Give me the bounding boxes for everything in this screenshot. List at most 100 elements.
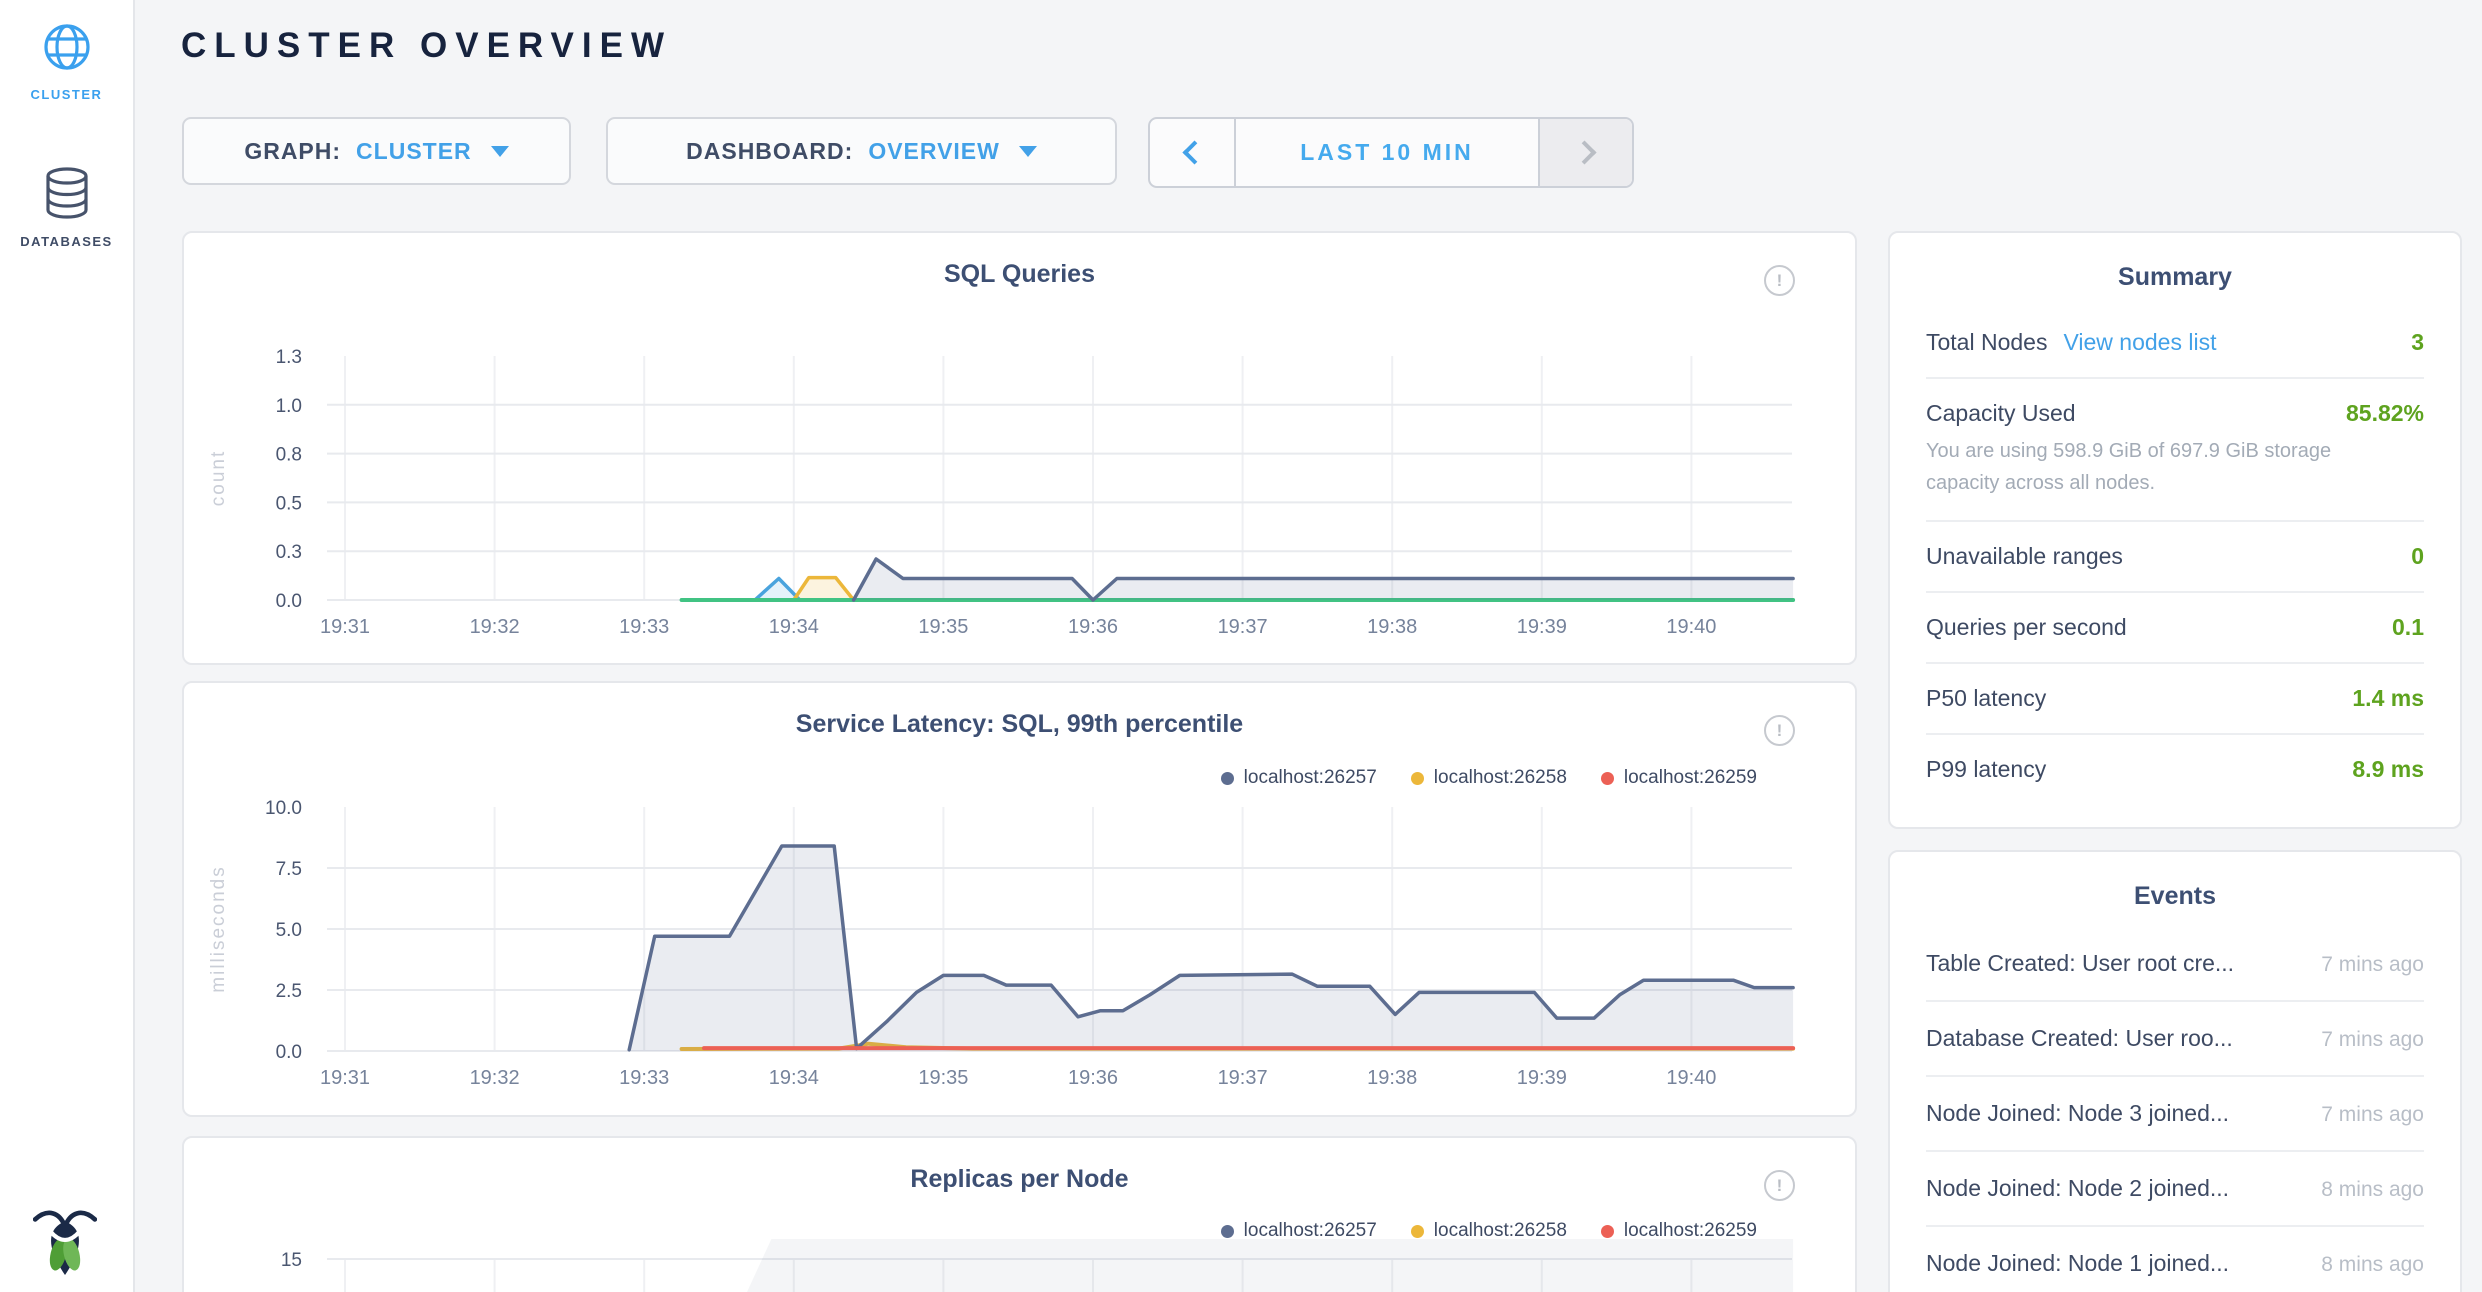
svg-text:count: count (208, 450, 229, 506)
dashboard-dropdown[interactable]: DASHBOARD: OVERVIEW (606, 117, 1117, 185)
database-icon (0, 167, 133, 224)
svg-text:19:34: 19:34 (769, 1067, 819, 1089)
summary-row-label: Capacity Used (1926, 400, 2076, 427)
summary-row-main: P50 latency1.4 ms (1926, 685, 2424, 712)
dashboard-dropdown-label: DASHBOARD: (686, 138, 853, 165)
summary-row-main: Unavailable ranges 0 (1926, 543, 2424, 570)
graph-dropdown[interactable]: GRAPH: CLUSTER (182, 117, 571, 185)
dashboard-dropdown-value: OVERVIEW (868, 138, 1000, 165)
event-row[interactable]: Node Joined: Node 2 joined...8 mins ago (1926, 1150, 2424, 1225)
svg-text:10.0: 10.0 (265, 798, 302, 819)
svg-text:19:31: 19:31 (320, 1067, 370, 1089)
svg-text:15: 15 (281, 1250, 302, 1271)
summary-row: P99 latency 8.9 ms (1926, 733, 2424, 804)
svg-text:19:36: 19:36 (1068, 1067, 1118, 1089)
summary-row-left: Queries per second (1926, 614, 2127, 641)
replicas-per-node-chart-card: Replicas per Node localhost:26257localho… (182, 1136, 1857, 1292)
summary-rows: Total Nodes View nodes list 3 Capacity Used… (1926, 308, 2424, 804)
events-panel: Events Table Created: User root cre... 7 … (1888, 850, 2462, 1292)
summary-row-label: P50 latency (1926, 685, 2046, 712)
time-next-button[interactable] (1538, 119, 1632, 186)
sql-queries-chart-canvas[interactable]: 0.00.30.50.81.01.319:3119:3219:3319:3419… (184, 233, 1855, 663)
summary-row-value: 3 (2411, 329, 2424, 356)
event-row[interactable]: Node Joined: Node 1 joined... 8 mins ago (1926, 1225, 2424, 1292)
svg-text:19:32: 19:32 (470, 1067, 520, 1089)
summary-row-left: P50 latency (1926, 685, 2046, 712)
svg-text:19:39: 19:39 (1517, 616, 1567, 638)
svg-text:2.5: 2.5 (276, 981, 302, 1002)
service-latency-chart-card: Service Latency: SQL, 99th percentile lo… (182, 681, 1857, 1117)
svg-text:19:37: 19:37 (1218, 616, 1268, 638)
time-range-selector: LAST 10 MIN (1148, 117, 1634, 188)
svg-text:milliseconds: milliseconds (208, 865, 229, 992)
cockroachdb-logo-icon[interactable] (33, 1206, 97, 1276)
globe-icon (0, 22, 133, 77)
summary-row-left: Total Nodes View nodes list (1926, 329, 2216, 356)
sidebar-item-cluster[interactable]: CLUSTER (0, 22, 133, 102)
event-row-label: Node Joined: Node 3 joined... (1926, 1100, 2229, 1127)
summary-row-left: Unavailable ranges (1926, 543, 2123, 570)
svg-text:7.5: 7.5 (276, 859, 302, 880)
svg-text:19:32: 19:32 (470, 616, 520, 638)
events-rows: Table Created: User root cre... 7 mins ag… (1926, 927, 2424, 1292)
summary-row-left: Capacity Used (1926, 400, 2076, 427)
event-row-time: 8 mins ago (2321, 1178, 2424, 1202)
summary-row: P50 latency1.4 ms (1926, 662, 2424, 733)
svg-text:19:31: 19:31 (320, 616, 370, 638)
chevron-left-icon (1182, 140, 1206, 164)
summary-row-main: Queries per second 0.1 (1926, 614, 2424, 641)
event-row-time: 7 mins ago (2321, 1028, 2424, 1052)
event-row[interactable]: Node Joined: Node 3 joined... 7 mins ago (1926, 1075, 2424, 1150)
svg-text:0.3: 0.3 (276, 542, 302, 563)
svg-text:19:35: 19:35 (918, 1067, 968, 1089)
svg-text:0.0: 0.0 (276, 1042, 302, 1063)
summary-row-label: Unavailable ranges (1926, 543, 2123, 570)
svg-text:19:40: 19:40 (1666, 616, 1716, 638)
event-row[interactable]: Database Created: User roo...7 mins ago (1926, 1000, 2424, 1075)
svg-text:19:36: 19:36 (1068, 616, 1118, 638)
summary-title: Summary (1890, 263, 2460, 292)
time-range-label[interactable]: LAST 10 MIN (1236, 119, 1538, 186)
events-title: Events (1890, 882, 2460, 911)
view-nodes-list-link[interactable]: View nodes list (2063, 329, 2216, 356)
summary-row-value: 0 (2411, 543, 2424, 570)
summary-row-subtext: You are using 598.9 GiB of 697.9 GiB sto… (1926, 435, 2396, 499)
time-prev-button[interactable] (1150, 119, 1236, 186)
sidebar-item-databases[interactable]: DATABASES (0, 167, 133, 249)
cluster-overview-page: CLUSTER DATABASES (0, 0, 2482, 1292)
svg-text:19:33: 19:33 (619, 616, 669, 638)
summary-row-label: P99 latency (1926, 756, 2046, 783)
summary-row-main: P99 latency 8.9 ms (1926, 756, 2424, 783)
replicas-per-node-chart-canvas[interactable]: 151019:3119:3219:3319:3419:3519:3619:371… (184, 1138, 1855, 1292)
graph-dropdown-value: CLUSTER (356, 138, 472, 165)
svg-text:19:35: 19:35 (918, 616, 968, 638)
chevron-down-icon (1019, 146, 1037, 157)
sidebar-item-label: CLUSTER (0, 87, 133, 102)
sidebar: CLUSTER DATABASES (0, 0, 135, 1292)
chevron-down-icon (491, 146, 509, 157)
service-latency-chart-canvas[interactable]: 0.0 2.5 5.0 7.5 10.0 19:31 19:32 19:33 19:34 19:3… (184, 683, 1855, 1115)
summary-row-value: 0.1 (2392, 614, 2424, 641)
summary-row-main: Capacity Used85.82% (1926, 400, 2424, 427)
event-row-time: 7 mins ago (2321, 1103, 2424, 1127)
svg-text:19:38: 19:38 (1367, 616, 1417, 638)
graph-dropdown-label: GRAPH: (244, 138, 341, 165)
event-row[interactable]: Table Created: User root cre... 7 mins ag… (1926, 927, 2424, 1000)
svg-text:19:40: 19:40 (1666, 1067, 1716, 1089)
summary-row-label: Queries per second (1926, 614, 2127, 641)
summary-panel: Summary Total Nodes View nodes list 3 Capac… (1888, 231, 2462, 829)
svg-text:0.5: 0.5 (276, 493, 302, 514)
svg-text:19:33: 19:33 (619, 1067, 669, 1089)
svg-text:19:37: 19:37 (1218, 1067, 1268, 1089)
svg-text:5.0: 5.0 (276, 920, 302, 941)
svg-text:0.0: 0.0 (276, 591, 302, 612)
sql-queries-chart-card: SQL Queries 0.00.30.50.81.01.319:3119:32… (182, 231, 1857, 665)
event-row-time: 8 mins ago (2321, 1253, 2424, 1277)
summary-row-label: Total Nodes (1926, 329, 2047, 356)
event-row-label: Table Created: User root cre... (1926, 950, 2234, 977)
event-row-label: Node Joined: Node 1 joined... (1926, 1250, 2229, 1277)
summary-row-value: 8.9 ms (2352, 756, 2424, 783)
event-row-time: 7 mins ago (2321, 953, 2424, 977)
svg-text:19:39: 19:39 (1517, 1067, 1567, 1089)
chevron-right-icon (1572, 140, 1596, 164)
